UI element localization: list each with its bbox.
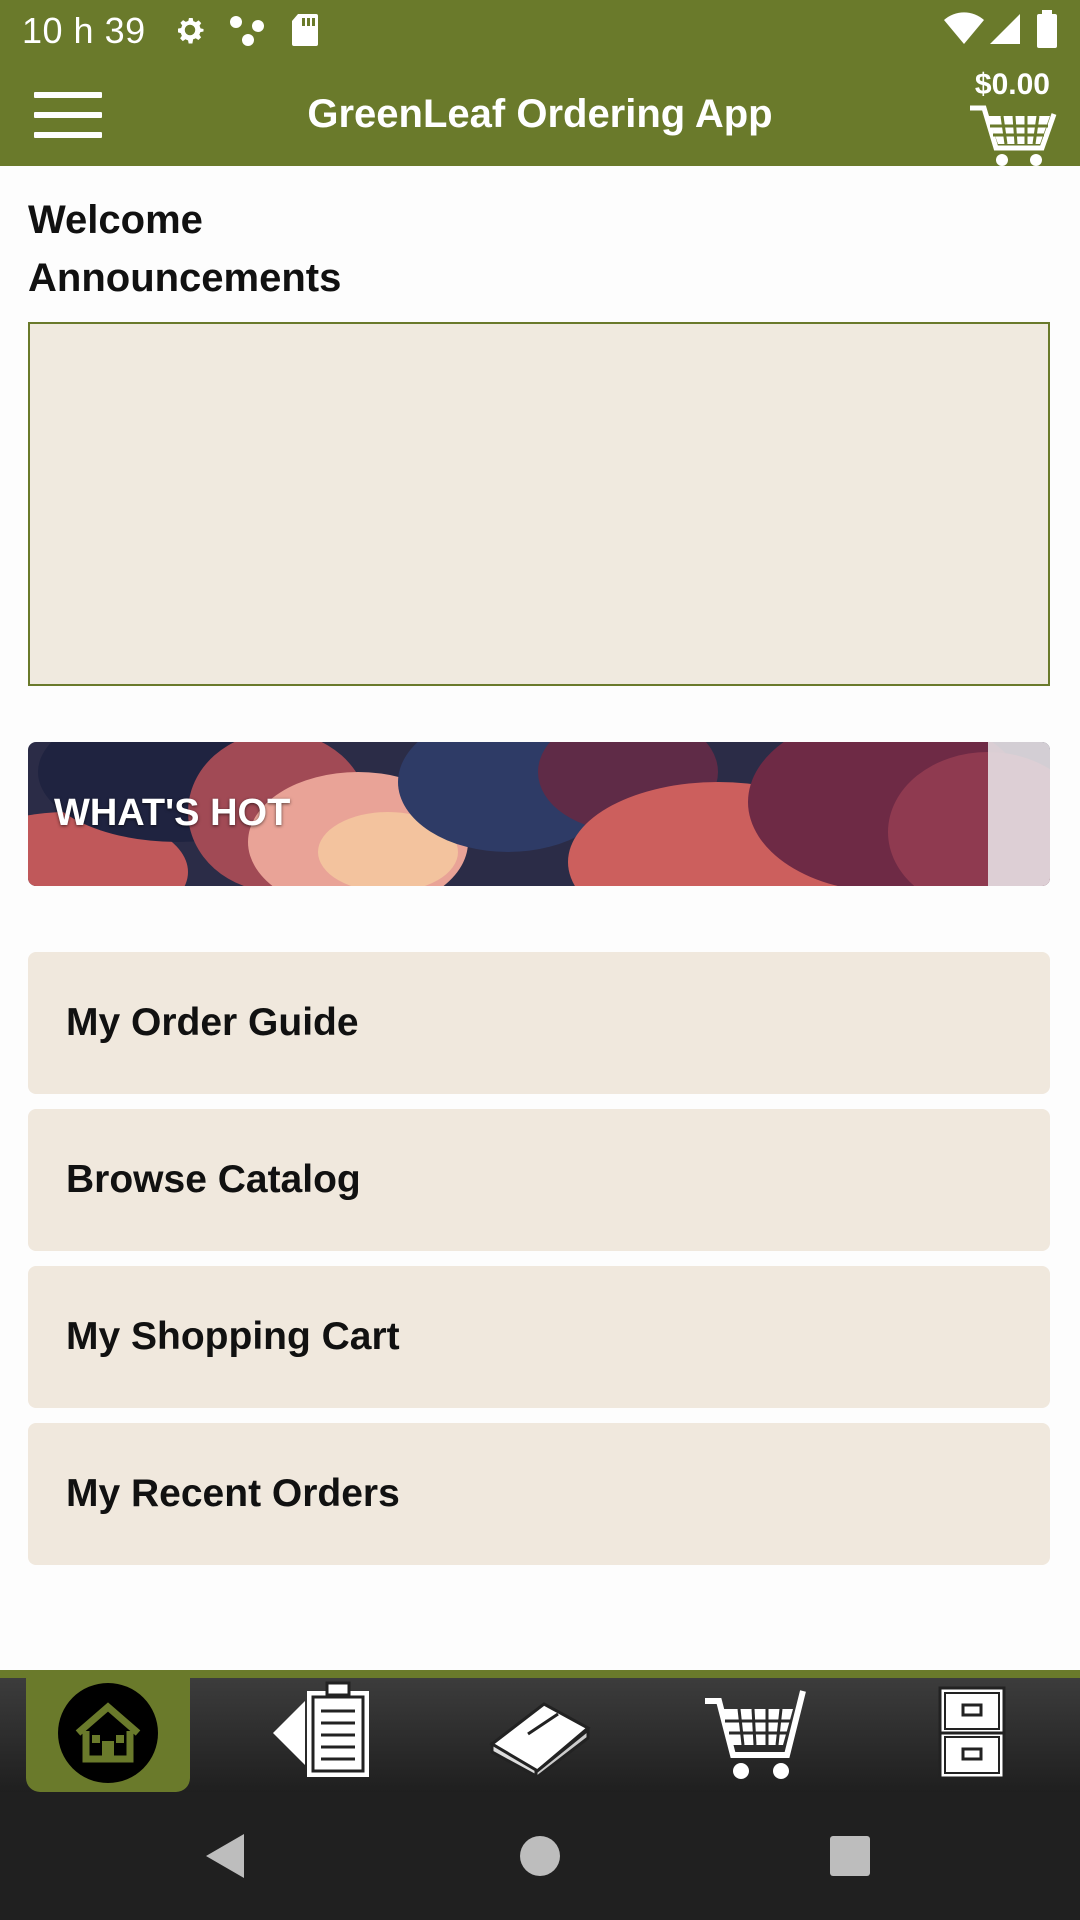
status-bar: 10 h 39 xyxy=(0,0,1080,62)
sd-card-icon xyxy=(290,12,320,53)
signal-icon xyxy=(988,12,1022,51)
tab-cart[interactable] xyxy=(648,1678,864,1792)
shopping-cart-icon[interactable] xyxy=(968,102,1058,173)
cart-icon xyxy=(701,1681,811,1790)
status-time: 10 h 39 xyxy=(22,10,146,51)
recents-icon[interactable] xyxy=(820,1792,880,1920)
browse-catalog-button[interactable]: Browse Catalog xyxy=(28,1109,1050,1251)
app-title: GreenLeaf Ordering App xyxy=(307,92,773,136)
announcements-heading: Announcements xyxy=(28,256,342,300)
home-circle-icon[interactable] xyxy=(510,1792,570,1920)
back-icon[interactable] xyxy=(196,1792,256,1920)
bottom-tab-bar xyxy=(0,1678,1080,1792)
whats-hot-banner[interactable]: WHAT'S HOT xyxy=(28,742,1050,886)
tab-bar-stripe xyxy=(0,1670,1080,1678)
cart-total[interactable]: $0.00 xyxy=(975,68,1050,102)
battery-icon xyxy=(1036,10,1058,53)
wifi-icon xyxy=(944,12,984,51)
shopping-cart-button[interactable]: My Shopping Cart xyxy=(28,1266,1050,1408)
network-dots-icon xyxy=(228,14,268,53)
catalog-book-icon xyxy=(488,1688,592,1783)
tab-order-guide[interactable] xyxy=(216,1678,432,1792)
tab-home[interactable] xyxy=(26,1678,190,1792)
recent-orders-button[interactable]: My Recent Orders xyxy=(28,1423,1050,1565)
order-guide-button[interactable]: My Order Guide xyxy=(28,952,1050,1094)
tab-files[interactable] xyxy=(864,1678,1080,1792)
welcome-heading: Welcome xyxy=(28,198,203,242)
gear-icon xyxy=(172,12,208,53)
tab-catalog[interactable] xyxy=(432,1678,648,1792)
system-nav-bar xyxy=(0,1792,1080,1920)
banner-label: WHAT'S HOT xyxy=(54,792,291,834)
home-icon xyxy=(56,1681,160,1790)
order-guide-icon xyxy=(269,1681,379,1790)
app-bar: GreenLeaf Ordering App $0.00 xyxy=(0,62,1080,166)
announcements-box xyxy=(28,322,1050,686)
file-cabinet-icon xyxy=(937,1685,1007,1786)
